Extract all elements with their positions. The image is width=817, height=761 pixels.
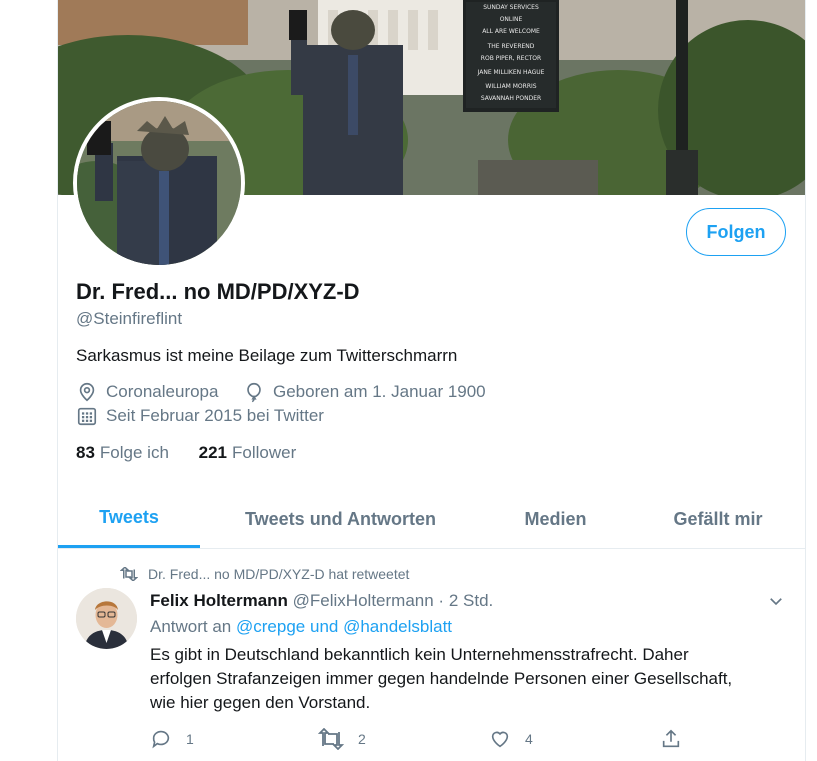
tweet-time[interactable]: 2 Std. xyxy=(449,591,493,610)
profile-avatar[interactable] xyxy=(73,97,245,269)
tweet-author-handle[interactable]: @FelixHoltermann xyxy=(293,591,434,610)
sign-line: SAVANNAH PONDER xyxy=(481,95,541,102)
profile-column: SUNDAY SERVICES ONLINE ALL ARE WELCOME T… xyxy=(57,0,806,761)
tweet-separator: · xyxy=(438,591,445,610)
balloon-icon xyxy=(247,382,261,403)
author-photo xyxy=(76,588,137,649)
reply-count: 1 xyxy=(186,731,194,747)
retweet-icon xyxy=(318,728,344,750)
following-count: 83 xyxy=(76,443,95,462)
share-icon xyxy=(662,729,680,748)
tab-tweets[interactable]: Tweets xyxy=(58,490,200,548)
tweet-reply-context: Antwort an @crepge und @handelsblatt xyxy=(150,617,452,637)
tweet-text: Es gibt in Deutschland bekanntlich kein … xyxy=(150,643,795,715)
location-pin-icon xyxy=(79,382,95,402)
sign-line: WILLIAM MORRIS xyxy=(485,83,536,90)
tweet-author-name[interactable]: Felix Holtermann xyxy=(150,591,288,610)
following-label: Folge ich xyxy=(99,443,169,462)
sign-line: ONLINE xyxy=(500,16,523,23)
profile-handle: @Steinfireflint xyxy=(76,309,183,328)
tweet-header: Felix Holtermann @FelixHoltermann · 2 St… xyxy=(150,591,493,611)
tab-likes[interactable]: Gefällt mir xyxy=(653,490,783,548)
tweet-text-line: Es gibt in Deutschland bekanntlich kein … xyxy=(150,645,689,664)
sign-line: THE REVEREND xyxy=(487,43,535,50)
profile-stats: 83 Folge ich 221 Follower xyxy=(76,443,321,463)
profile-bio: Sarkasmus ist meine Beilage zum Twitters… xyxy=(76,346,458,365)
profile-tabs: Tweets Tweets und Antworten Medien Gefäl… xyxy=(58,490,805,549)
tweet-author-avatar[interactable] xyxy=(76,588,137,649)
sign-line: SUNDAY SERVICES xyxy=(483,4,539,11)
followers-label: Follower xyxy=(232,443,297,462)
avatar-photo xyxy=(77,101,241,265)
heart-icon xyxy=(491,731,509,748)
retweeted-by-text: Dr. Fred... no MD/PD/XYZ-D hat retweetet xyxy=(148,566,410,582)
tweet-menu-button[interactable] xyxy=(767,592,785,615)
reply-mention-link[interactable]: @crepge xyxy=(236,617,305,636)
sign-line: ALL ARE WELCOME xyxy=(482,28,540,35)
location-text: Coronaleuropa xyxy=(106,382,219,401)
retweet-count: 2 xyxy=(358,731,366,747)
profile-birthday: Geboren am 1. Januar 1900 xyxy=(243,381,486,403)
tab-tweets-and-replies[interactable]: Tweets und Antworten xyxy=(218,490,463,548)
reply-button[interactable]: 1 xyxy=(150,728,194,750)
reply-mention-link[interactable]: @handelsblatt xyxy=(343,617,452,636)
reply-icon xyxy=(152,730,170,749)
followers-link[interactable]: 221 Follower xyxy=(199,443,297,462)
retweet-button[interactable]: 2 xyxy=(318,728,366,750)
retweet-context: Dr. Fred... no MD/PD/XYZ-D hat retweetet xyxy=(120,566,409,582)
reply-prefix: Antwort an xyxy=(150,617,232,636)
birthday-text: Geboren am 1. Januar 1900 xyxy=(273,382,486,401)
retweet-icon xyxy=(120,567,138,581)
joined-text: Seit Februar 2015 bei Twitter xyxy=(106,406,324,425)
chevron-down-icon xyxy=(770,598,782,606)
follow-button[interactable]: Folgen xyxy=(686,208,786,256)
sign-line: ROB PIPER, RECTOR xyxy=(481,55,541,62)
tab-media[interactable]: Medien xyxy=(498,490,613,548)
tweet-text-line: wie hier gegen den Vorstand. xyxy=(150,693,371,712)
following-link[interactable]: 83 Folge ich xyxy=(76,443,169,462)
reply-conjunction: und xyxy=(309,617,339,636)
tweet-text-line: erfolgen Strafanzeigen immer gegen hande… xyxy=(150,669,733,688)
profile-display-name: Dr. Fred... no MD/PD/XYZ-D xyxy=(76,279,360,304)
sign-line: JANE MILLIKEN HAGUE xyxy=(477,69,545,76)
profile-joined: Seit Februar 2015 bei Twitter xyxy=(76,405,324,427)
share-button[interactable] xyxy=(660,728,696,750)
followers-count: 221 xyxy=(198,443,228,462)
like-button[interactable]: 4 xyxy=(489,728,533,750)
like-count: 4 xyxy=(525,731,533,747)
calendar-icon xyxy=(77,407,97,426)
profile-location: Coronaleuropa xyxy=(76,381,218,403)
